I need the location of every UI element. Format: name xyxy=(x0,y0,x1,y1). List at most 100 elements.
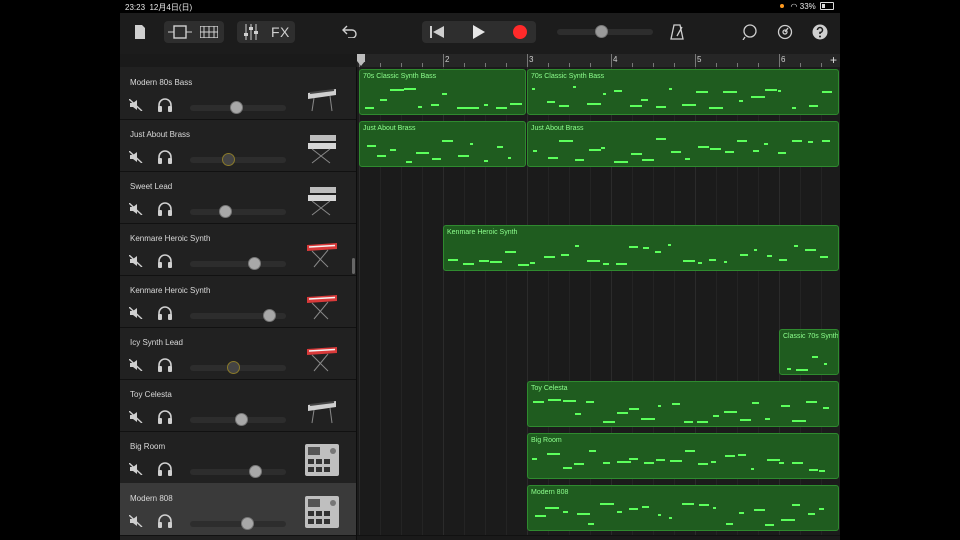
track-view-icon[interactable] xyxy=(168,25,192,39)
timeline-ruler[interactable]: + 123456 xyxy=(357,53,840,68)
midi-note xyxy=(548,157,558,159)
track-volume-slider[interactable] xyxy=(190,101,286,114)
grid-line xyxy=(590,327,591,379)
track-volume-slider[interactable] xyxy=(190,153,286,166)
master-volume-slider[interactable] xyxy=(557,25,653,38)
track-volume-knob[interactable] xyxy=(227,361,240,374)
keyboard-silver-icon[interactable] xyxy=(304,391,340,425)
fx-button[interactable]: FX xyxy=(271,24,290,40)
go-to-beginning-icon[interactable] xyxy=(430,26,444,38)
headphones-icon[interactable] xyxy=(157,254,173,273)
mute-icon[interactable] xyxy=(128,202,143,220)
mute-icon[interactable] xyxy=(128,358,143,376)
track-volume-knob[interactable] xyxy=(241,517,254,530)
headphones-icon[interactable] xyxy=(157,358,173,377)
track-header[interactable]: Toy Celesta xyxy=(120,379,356,432)
mixer-sliders-icon[interactable] xyxy=(244,24,258,40)
midi-region[interactable]: Modern 808 xyxy=(527,485,839,531)
track-volume-knob[interactable] xyxy=(248,257,261,270)
keyboard-stack-icon[interactable] xyxy=(304,131,340,165)
mute-icon[interactable] xyxy=(128,514,143,532)
track-volume-knob[interactable] xyxy=(235,413,248,426)
midi-region[interactable]: Toy Celesta xyxy=(527,381,839,427)
document-icon[interactable] xyxy=(134,24,146,40)
track-header[interactable]: Kenmare Heroic Synth xyxy=(120,223,356,276)
track-volume-knob[interactable] xyxy=(230,101,243,114)
drum-machine-icon[interactable] xyxy=(304,443,340,477)
metronome-icon[interactable] xyxy=(670,24,684,40)
tracks-grid-icon[interactable] xyxy=(200,26,218,38)
mute-icon[interactable] xyxy=(128,150,143,168)
midi-region[interactable]: 70s Classic Synth Bass xyxy=(359,69,526,115)
headphones-icon[interactable] xyxy=(157,462,173,481)
track-lane[interactable] xyxy=(357,171,840,224)
track-volume-slider[interactable] xyxy=(190,465,286,478)
track-volume-knob[interactable] xyxy=(222,153,235,166)
midi-note xyxy=(484,104,488,106)
track-header[interactable]: Just About Brass xyxy=(120,119,356,172)
headphones-icon[interactable] xyxy=(157,150,173,169)
track-lane[interactable]: Just About Brass Just About Brass xyxy=(357,119,840,172)
track-lane[interactable]: Modern 808 xyxy=(357,483,840,536)
track-header[interactable]: Modern 808 xyxy=(120,483,356,536)
track-lane[interactable]: Big Room xyxy=(357,431,840,484)
mute-icon[interactable] xyxy=(128,462,143,480)
track-volume-knob[interactable] xyxy=(219,205,232,218)
track-volume-slider[interactable] xyxy=(190,205,286,218)
track-volume-slider[interactable] xyxy=(190,361,286,374)
loop-browser-icon[interactable] xyxy=(742,24,758,40)
settings-icon[interactable] xyxy=(777,24,793,40)
headphones-icon[interactable] xyxy=(157,98,173,117)
midi-region[interactable]: 70s Classic Synth Bass xyxy=(527,69,839,115)
track-header[interactable]: Icy Synth Lead xyxy=(120,327,356,380)
playhead-marker[interactable] xyxy=(357,54,365,66)
midi-note xyxy=(726,523,733,525)
help-icon[interactable] xyxy=(812,24,828,40)
track-header[interactable]: Kenmare Heroic Synth xyxy=(120,275,356,328)
play-icon[interactable] xyxy=(473,25,485,39)
mute-icon[interactable] xyxy=(128,410,143,428)
headphones-icon[interactable] xyxy=(157,514,173,533)
track-volume-slider[interactable] xyxy=(190,257,286,270)
drum-machine-icon[interactable] xyxy=(304,495,340,529)
track-volume-knob[interactable] xyxy=(249,465,262,478)
keyboard-stack-icon[interactable] xyxy=(304,183,340,217)
track-volume-knob[interactable] xyxy=(263,309,276,322)
master-volume-knob[interactable] xyxy=(595,25,608,38)
track-header[interactable]: Modern 80s Bass xyxy=(120,67,356,120)
mute-icon[interactable] xyxy=(128,306,143,324)
track-lane[interactable]: Kenmare Heroic Synth xyxy=(357,223,840,276)
track-volume-slider[interactable] xyxy=(190,517,286,530)
midi-note xyxy=(792,462,803,464)
mute-icon[interactable] xyxy=(128,254,143,272)
region-name: Toy Celesta xyxy=(531,385,568,392)
mute-icon[interactable] xyxy=(128,98,143,116)
add-section-button[interactable]: + xyxy=(830,53,837,67)
track-lane[interactable]: 70s Classic Synth Bass 70s Classic Synth … xyxy=(357,67,840,120)
track-header[interactable]: Big Room xyxy=(120,431,356,484)
track-lane[interactable] xyxy=(357,275,840,328)
keyboard-silver-icon[interactable] xyxy=(304,79,340,113)
keyboard-red-icon[interactable] xyxy=(304,339,340,373)
headphones-icon[interactable] xyxy=(157,306,173,325)
track-list-scrollbar[interactable] xyxy=(352,258,355,274)
track-lane[interactable]: Toy Celesta xyxy=(357,379,840,432)
midi-region[interactable]: Kenmare Heroic Synth xyxy=(443,225,839,271)
midi-region[interactable]: Just About Brass xyxy=(527,121,839,167)
track-volume-slider[interactable] xyxy=(190,413,286,426)
keyboard-red-icon[interactable] xyxy=(304,235,340,269)
headphones-icon[interactable] xyxy=(157,410,173,429)
keyboard-red-icon[interactable] xyxy=(304,287,340,321)
track-header[interactable]: Sweet Lead xyxy=(120,171,356,224)
track-lane[interactable]: Classic 70s Synth xyxy=(357,327,840,380)
record-icon[interactable] xyxy=(513,25,527,39)
ruler-tick xyxy=(695,54,696,67)
midi-region[interactable]: Classic 70s Synth xyxy=(779,329,839,375)
track-volume-slider[interactable] xyxy=(190,309,286,322)
midi-region[interactable]: Just About Brass xyxy=(359,121,526,167)
midi-region[interactable]: Big Room xyxy=(527,433,839,479)
midi-note xyxy=(603,93,606,95)
headphones-icon[interactable] xyxy=(157,202,173,221)
undo-icon[interactable] xyxy=(342,24,358,38)
grid-line xyxy=(485,431,486,483)
